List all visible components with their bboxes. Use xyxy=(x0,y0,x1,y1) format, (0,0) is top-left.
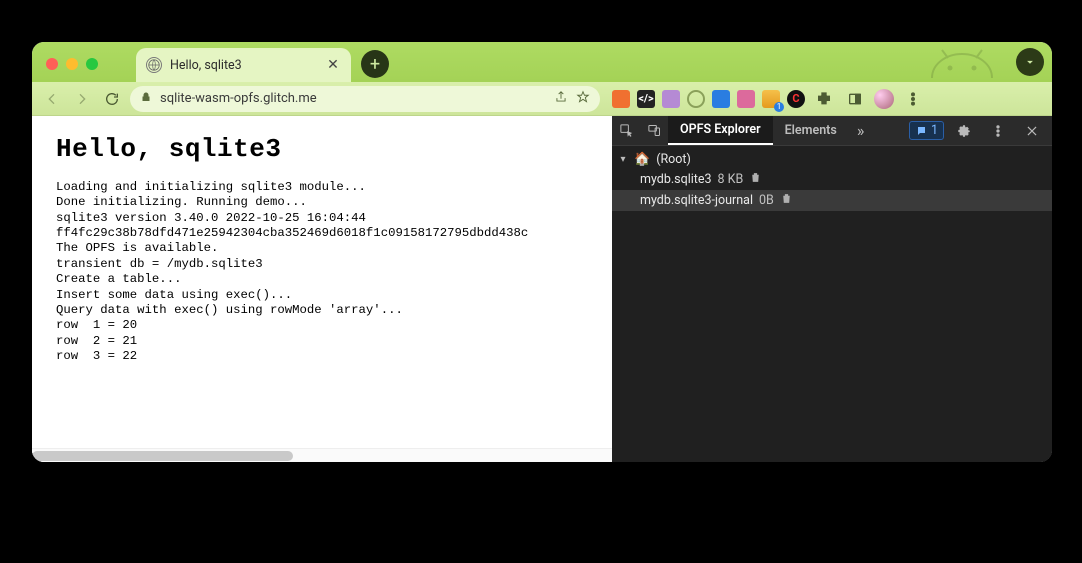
window-controls xyxy=(32,58,98,82)
reload-button[interactable] xyxy=(100,87,124,111)
extension-icon[interactable] xyxy=(612,90,630,108)
messages-count: 1 xyxy=(931,123,938,138)
kebab-menu-icon[interactable] xyxy=(901,87,925,111)
opfs-tree: ▾ 🏠 (Root) mydb.sqlite3 8 KB mydb.sqlite… xyxy=(612,146,1052,462)
devtools-tabbar: OPFS Explorer Elements » 1 xyxy=(612,116,1052,146)
trash-icon[interactable] xyxy=(749,171,762,188)
inspect-element-icon[interactable] xyxy=(612,117,640,145)
console-messages-badge[interactable]: 1 xyxy=(909,121,944,140)
kebab-menu-icon[interactable] xyxy=(984,117,1012,145)
extensions-row: </> C xyxy=(612,87,925,111)
tree-root-row[interactable]: ▾ 🏠 (Root) xyxy=(612,150,1052,169)
extension-icon[interactable] xyxy=(762,90,780,108)
file-name: mydb.sqlite3 xyxy=(640,172,712,187)
android-mascot-decoration xyxy=(922,44,1002,84)
url-text: sqlite-wasm-opfs.glitch.me xyxy=(160,91,546,106)
caret-down-icon: ▾ xyxy=(618,154,628,165)
web-page: Hello, sqlite3 Loading and initializing … xyxy=(32,116,612,462)
gear-icon[interactable] xyxy=(950,117,978,145)
horizontal-scrollbar[interactable] xyxy=(32,448,612,462)
tab-title: Hello, sqlite3 xyxy=(170,58,317,73)
extension-icon[interactable]: C xyxy=(787,90,805,108)
home-icon: 🏠 xyxy=(634,152,650,167)
tab-close-button[interactable]: ✕ xyxy=(325,57,341,73)
new-tab-button[interactable]: + xyxy=(361,50,389,78)
browser-window: Hello, sqlite3 ✕ + sqlite-wasm-opfs.glit… xyxy=(32,42,1052,462)
scrollbar-thumb[interactable] xyxy=(32,451,293,461)
close-window-button[interactable] xyxy=(46,58,58,70)
back-button[interactable] xyxy=(40,87,64,111)
tree-file-row[interactable]: mydb.sqlite3 8 KB xyxy=(612,169,1052,190)
browser-tab[interactable]: Hello, sqlite3 ✕ xyxy=(136,48,351,82)
globe-icon xyxy=(146,57,162,73)
side-panel-icon[interactable] xyxy=(843,87,867,111)
devtools-tab-opfs-explorer[interactable]: OPFS Explorer xyxy=(668,116,773,145)
lock-icon xyxy=(140,91,152,107)
tab-strip: Hello, sqlite3 ✕ + xyxy=(32,42,1052,82)
extension-icon[interactable] xyxy=(712,90,730,108)
file-size: 8 KB xyxy=(718,172,744,187)
file-name: mydb.sqlite3-journal xyxy=(640,193,753,208)
console-log-output: Loading and initializing sqlite3 module.… xyxy=(56,180,596,364)
toolbar: sqlite-wasm-opfs.glitch.me </> C xyxy=(32,82,1052,116)
minimize-window-button[interactable] xyxy=(66,58,78,70)
tree-file-row[interactable]: mydb.sqlite3-journal 0B xyxy=(612,190,1052,211)
file-size: 0B xyxy=(759,193,774,208)
address-bar[interactable]: sqlite-wasm-opfs.glitch.me xyxy=(130,86,600,112)
extension-icon[interactable] xyxy=(687,90,705,108)
trash-icon[interactable] xyxy=(780,192,793,209)
devtools-tab-elements[interactable]: Elements xyxy=(773,116,849,145)
profile-avatar[interactable] xyxy=(874,89,894,109)
extension-icon[interactable]: </> xyxy=(637,90,655,108)
forward-button[interactable] xyxy=(70,87,94,111)
share-icon[interactable] xyxy=(554,90,568,108)
extension-icon[interactable] xyxy=(662,90,680,108)
close-icon[interactable] xyxy=(1018,117,1046,145)
search-tabs-button[interactable] xyxy=(1016,48,1044,76)
device-toolbar-icon[interactable] xyxy=(640,117,668,145)
extension-icon[interactable] xyxy=(737,90,755,108)
content-area: Hello, sqlite3 Loading and initializing … xyxy=(32,116,1052,462)
more-tabs-chevron-icon[interactable]: » xyxy=(849,121,873,140)
page-heading: Hello, sqlite3 xyxy=(56,134,596,164)
tree-root-label: (Root) xyxy=(656,152,691,167)
fullscreen-window-button[interactable] xyxy=(86,58,98,70)
bookmark-star-icon[interactable] xyxy=(576,90,590,108)
devtools-panel: OPFS Explorer Elements » 1 ▾ 🏠 ( xyxy=(612,116,1052,462)
extensions-menu-icon[interactable] xyxy=(812,87,836,111)
